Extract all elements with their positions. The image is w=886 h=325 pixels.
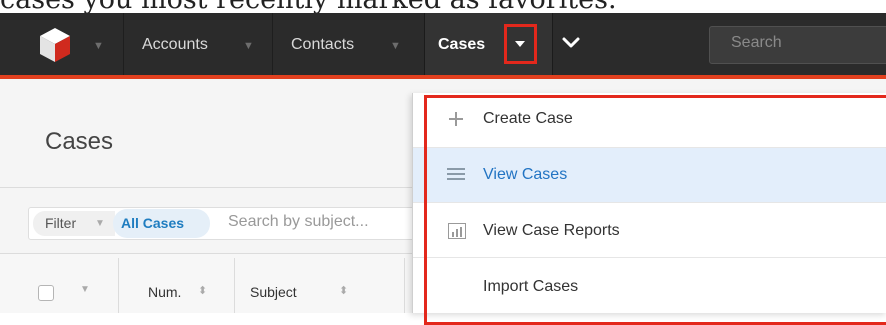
mass-action-caret-icon[interactable]: ▼ — [80, 284, 90, 295]
select-all-checkbox[interactable] — [38, 285, 54, 301]
list-icon — [447, 168, 465, 180]
table-header — [0, 254, 420, 313]
nav-item-accounts[interactable]: Accounts — [142, 35, 208, 55]
subject-search-input[interactable]: Search by subject... — [228, 213, 369, 231]
bar-chart-icon — [448, 223, 466, 239]
logo-menu-caret-icon[interactable]: ▼ — [93, 40, 104, 52]
nav-item-cases[interactable]: Cases — [438, 35, 485, 55]
sugar-cube-logo-icon[interactable] — [40, 28, 70, 62]
accounts-caret-icon[interactable]: ▼ — [243, 40, 254, 52]
plus-icon — [449, 112, 463, 126]
menu-item-label: Create Case — [483, 110, 573, 127]
nav-item-contacts[interactable]: Contacts — [291, 35, 354, 55]
contacts-caret-icon[interactable]: ▼ — [390, 40, 401, 52]
column-header-subject[interactable]: Subject — [250, 284, 297, 300]
column-separator — [404, 258, 405, 313]
menu-item-label: View Cases — [483, 166, 568, 183]
menu-item-label: Import Cases — [483, 278, 579, 295]
nav-separator — [123, 13, 124, 75]
more-modules-chevron-icon[interactable] — [560, 32, 582, 54]
filter-label: Filter — [45, 215, 77, 231]
column-separator — [234, 258, 235, 313]
global-search-input[interactable]: Search — [709, 26, 886, 64]
column-separator — [118, 258, 119, 313]
filter-caret-icon: ▼ — [95, 218, 105, 229]
sort-icon[interactable]: ⬍ — [339, 284, 348, 297]
divider — [0, 187, 420, 188]
menu-item-label: View Case Reports — [483, 222, 620, 239]
sort-icon[interactable]: ⬍ — [198, 284, 207, 297]
page-title: Cases — [45, 128, 114, 155]
nav-separator — [272, 13, 273, 75]
cases-caret-down-icon — [515, 41, 525, 47]
column-header-number[interactable]: Num. — [148, 284, 181, 300]
all-cases-label: All Cases — [121, 215, 185, 231]
